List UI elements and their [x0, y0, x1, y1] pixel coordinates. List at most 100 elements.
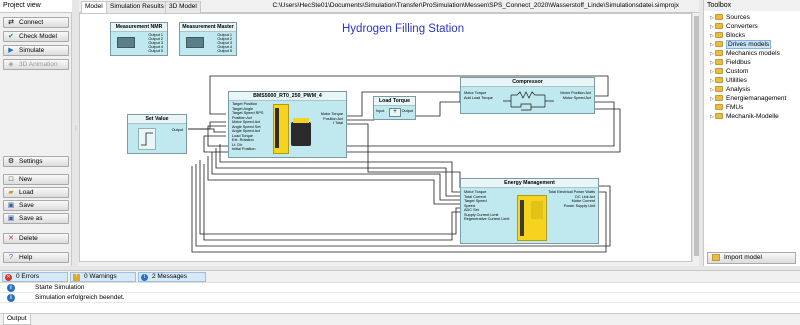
compressor-title: Compressor [461, 78, 594, 87]
info-icon: i [7, 294, 15, 302]
load-torque-output: Output [401, 109, 413, 113]
help-icon: ? [9, 254, 13, 261]
import-folder-icon [712, 254, 720, 261]
warnings-filter-button[interactable]: ! 0 Warnings [70, 272, 136, 282]
save-label: Save [19, 202, 34, 209]
new-label: New [19, 176, 33, 183]
load-torque-block[interactable]: Load Torque Input Output + [373, 96, 416, 120]
compressor-input: Add Load Torque [464, 96, 493, 100]
toolbox-item-energiemanagement[interactable]: ▷ Energiemanagement [710, 95, 786, 103]
file-path: C:\Users\HecSte01\Documents\Simulation\T… [272, 2, 679, 9]
compressor-output: Motor Speed Act [562, 96, 591, 100]
folder-icon [715, 77, 723, 83]
toolbox-title: Toolbox [704, 0, 800, 11]
save-as-button[interactable]: ▣ Save as [3, 213, 69, 224]
measurement-master-block[interactable]: Measurement Master Output 1 Output 2 Out… [179, 22, 237, 56]
toolbox-item-fieldbus[interactable]: ▷ Fieldbus [710, 59, 751, 67]
toolbox-panel: Toolbox ▷ Sources ▷ Converters ▷ Blocks ▷ Dr… [703, 0, 800, 266]
model-canvas[interactable]: Hydrogen Filling Station Measurement NMR… [79, 13, 692, 262]
folder-icon [715, 59, 723, 65]
list-item[interactable]: i Starte Simulation [0, 283, 800, 293]
folder-icon [715, 14, 723, 20]
help-label: Help [19, 254, 33, 261]
toolbox-item-drives-models[interactable]: ▷ Drives models [710, 40, 772, 49]
check-icon: ✔ [8, 33, 14, 40]
play-icon: ▶ [8, 47, 14, 54]
compressor-block[interactable]: Compressor Motor Torque Add Load Torque … [460, 77, 595, 114]
compressor-output: Motor Position Act [560, 91, 591, 95]
master-output-5: Output 5 [217, 49, 232, 53]
toolbox-item-analysis[interactable]: ▷ Analysis [710, 86, 750, 94]
set-value-block[interactable]: Set Value Output [127, 114, 187, 154]
help-button[interactable]: ? Help [3, 252, 69, 263]
new-file-icon: □ [8, 176, 14, 183]
toolbox-item-fmus[interactable]: FMUs [710, 104, 743, 112]
toolbox-item-utilities[interactable]: ▷ Utilities [710, 77, 747, 85]
info-icon: i [7, 284, 15, 292]
check-model-label: Check Model [19, 33, 57, 40]
compressor-input: Motor Torque [464, 91, 487, 95]
folder-icon [715, 23, 723, 29]
import-model-label: Import model [724, 254, 762, 261]
scope-screen-icon [186, 37, 204, 48]
editor-tab-bar: Model Simulation Results 3D Model C:\Use… [79, 0, 699, 14]
settings-label: Settings [19, 158, 43, 165]
toolbox-item-custom[interactable]: ▷ Custom [710, 68, 748, 76]
folder-icon [715, 68, 723, 74]
measurement-master-title: Measurement Master [180, 23, 236, 32]
save-as-icon: ▣ [7, 215, 15, 222]
toolbox-item-mechanics-models[interactable]: ▷ Mechanics models [710, 50, 780, 58]
folder-icon [715, 41, 723, 47]
load-torque-input: Input [376, 109, 385, 113]
simulate-label: Simulate [19, 47, 45, 54]
toolbox-item-converters[interactable]: ▷ Converters [710, 23, 758, 31]
folder-icon [715, 95, 723, 101]
sum-icon: + [389, 108, 401, 117]
load-button[interactable]: ▰ Load [3, 187, 69, 198]
save-button[interactable]: ▣ Save [3, 200, 69, 211]
project-view-panel: Project view ⇄ Connect ✔ Check Model ▶ S… [0, 0, 72, 266]
list-item[interactable]: i Simulation erfolgreich beendet. [0, 293, 800, 303]
power-supply-label-icon [531, 201, 543, 219]
folder-icon [715, 86, 723, 92]
tab-output[interactable]: Output [3, 314, 31, 325]
motor-output: I Total [332, 121, 343, 125]
nmr-output-5: Output 5 [148, 49, 163, 53]
toolbox-item-blocks[interactable]: ▷ Blocks [710, 32, 745, 40]
check-model-button[interactable]: ✔ Check Model [3, 31, 69, 42]
gear-icon: ⚙ [7, 158, 15, 165]
messages-filter-button[interactable]: i 2 Messages [138, 272, 206, 282]
tab-3d-model[interactable]: 3D Model [165, 1, 201, 13]
left-splitter[interactable]: ⋮ [72, 0, 79, 266]
message-text: Starte Simulation [35, 284, 85, 291]
energy-output: Power Supply Unit [563, 203, 595, 208]
spring-damper-icon [503, 91, 554, 111]
connect-button[interactable]: ⇄ Connect [3, 17, 69, 28]
load-label: Load [19, 189, 34, 196]
tab-simulation-results[interactable]: Simulation Results [106, 1, 168, 13]
3d-animation-label: 3D Animation [19, 61, 58, 68]
warning-icon: ! [73, 274, 80, 281]
measurement-nmr-block[interactable]: Measurement NMR Output 1 Output 2 Output… [110, 22, 168, 56]
energy-input: Regenerative Current Limit [464, 217, 510, 221]
toolbox-item-mechanik-modelle[interactable]: ▷ Mechanik-Modelle [710, 113, 779, 121]
message-filter-bar: ✕ 0 Errors ! 0 Warnings i 2 Messages [0, 270, 800, 282]
canvas-vertical-scrollbar[interactable] [692, 13, 699, 262]
import-model-button[interactable]: Import model [707, 252, 796, 264]
delete-button[interactable]: ✕ Delete [3, 233, 69, 244]
motor-drive-block[interactable]: BMS5000_RT0_250_PWM_4 Target Position Ta… [228, 91, 347, 158]
errors-filter-button[interactable]: ✕ 0 Errors [2, 272, 68, 282]
step-function-icon [138, 128, 156, 150]
simulate-button[interactable]: ▶ Simulate [3, 45, 69, 56]
3d-animation-button[interactable]: ◈ 3D Animation [3, 59, 69, 70]
folder-icon [715, 113, 723, 119]
load-torque-title: Load Torque [374, 97, 415, 106]
settings-button[interactable]: ⚙ Settings [3, 156, 69, 167]
warnings-count: 0 Warnings [84, 273, 117, 280]
toolbox-item-sources[interactable]: ▷ Sources [710, 14, 750, 22]
energy-management-block[interactable]: Energy Management Motor Torque Total Cur… [460, 178, 599, 244]
save-as-label: Save as [19, 215, 43, 222]
connect-icon: ⇄ [8, 19, 14, 26]
new-button[interactable]: □ New [3, 174, 69, 185]
errors-count: 0 Errors [16, 273, 40, 280]
